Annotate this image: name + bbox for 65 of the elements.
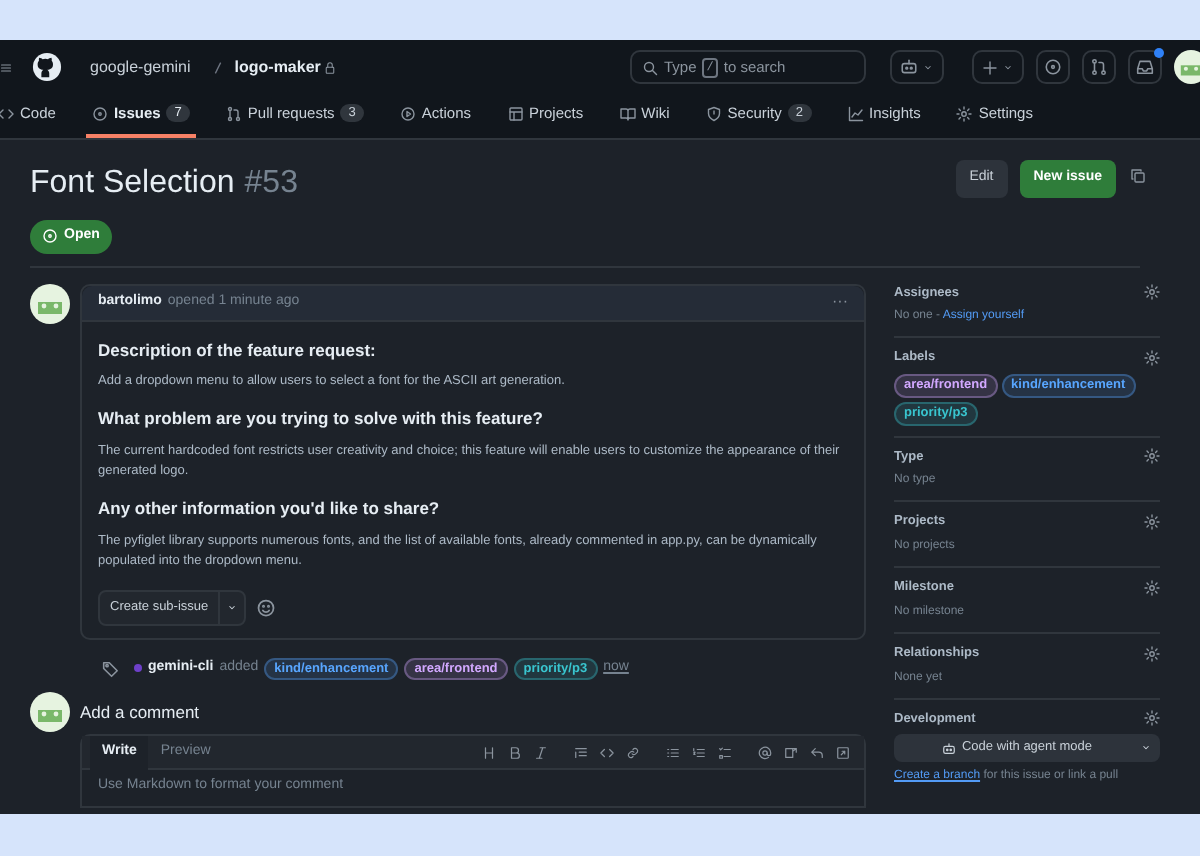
avatar-icon — [1174, 50, 1200, 84]
pull-requests-button[interactable] — [1082, 50, 1116, 84]
pull-requests-icon — [1090, 58, 1108, 76]
shield-icon — [705, 105, 722, 121]
play-circle-icon — [399, 105, 416, 121]
caret-icon — [922, 61, 934, 73]
repo-name-link[interactable]: logo-maker — [234, 55, 321, 79]
book-icon — [619, 105, 636, 121]
more-options-button[interactable]: ··· — [832, 290, 848, 314]
section-heading: What problem are you trying to solve with this feature? — [98, 406, 545, 432]
issue-number: #53 — [244, 164, 298, 204]
settings-icon[interactable] — [1144, 710, 1160, 727]
bulleted-list-icon[interactable] — [666, 745, 680, 760]
numbered-list-icon[interactable] — [692, 745, 706, 760]
code-icon[interactable] — [600, 745, 614, 760]
circle-dot-icon — [91, 105, 108, 121]
repo-owner-link[interactable]: google-gemini — [90, 55, 191, 79]
octocat-logo-icon[interactable] — [32, 52, 62, 82]
tag-icon — [102, 659, 120, 678]
settings-icon[interactable] — [1144, 645, 1160, 662]
settings-icon[interactable] — [1144, 284, 1160, 301]
code-icon — [0, 105, 14, 121]
fullscreen-icon[interactable] — [836, 745, 850, 760]
emoji-reaction-icon[interactable] — [256, 597, 277, 618]
italic-icon[interactable] — [534, 745, 548, 760]
search-icon — [642, 59, 658, 75]
inbox-icon — [1136, 58, 1154, 76]
create-new-button[interactable] — [972, 50, 1024, 84]
add-comment-heading: Add a comment — [80, 699, 200, 726]
task-list-icon[interactable] — [718, 745, 732, 760]
section-heading: Description of the feature request: — [98, 337, 378, 363]
caret-icon — [226, 601, 239, 614]
link-icon[interactable] — [626, 745, 640, 760]
inbox-button[interactable] — [1128, 50, 1162, 84]
bot-avatar-icon — [134, 664, 142, 673]
mention-icon[interactable] — [758, 745, 772, 760]
graph-icon — [847, 105, 863, 121]
circle-dot-icon — [42, 228, 58, 245]
heading-icon[interactable] — [482, 745, 496, 760]
lock-icon — [324, 61, 337, 73]
quote-icon[interactable] — [574, 745, 588, 760]
table-icon — [507, 105, 524, 121]
settings-icon[interactable] — [1144, 514, 1160, 531]
issue-title: Font Selection — [30, 164, 235, 204]
pull-request-icon — [225, 105, 242, 121]
reference-icon[interactable] — [784, 745, 798, 760]
section-heading: Any other information you'd like to share? — [98, 496, 442, 522]
settings-icon[interactable] — [1144, 448, 1160, 465]
avatar-icon — [30, 283, 70, 323]
issues-icon — [1044, 58, 1062, 76]
copilot-button[interactable] — [890, 50, 944, 84]
issues-button[interactable] — [1036, 50, 1070, 84]
plus-icon — [982, 59, 998, 75]
undo-icon[interactable] — [810, 745, 824, 760]
settings-icon[interactable] — [1144, 350, 1160, 367]
bold-icon[interactable] — [508, 745, 522, 760]
copy-icon[interactable] — [1130, 168, 1146, 184]
caret-icon — [1140, 742, 1153, 755]
slash-separator-icon — [214, 59, 223, 75]
settings-icon[interactable] — [1144, 579, 1160, 596]
robot-icon — [900, 58, 918, 76]
robot-icon — [941, 741, 956, 756]
caret-icon — [1002, 61, 1014, 73]
settings-icon — [956, 105, 973, 121]
avatar-icon — [30, 692, 70, 733]
